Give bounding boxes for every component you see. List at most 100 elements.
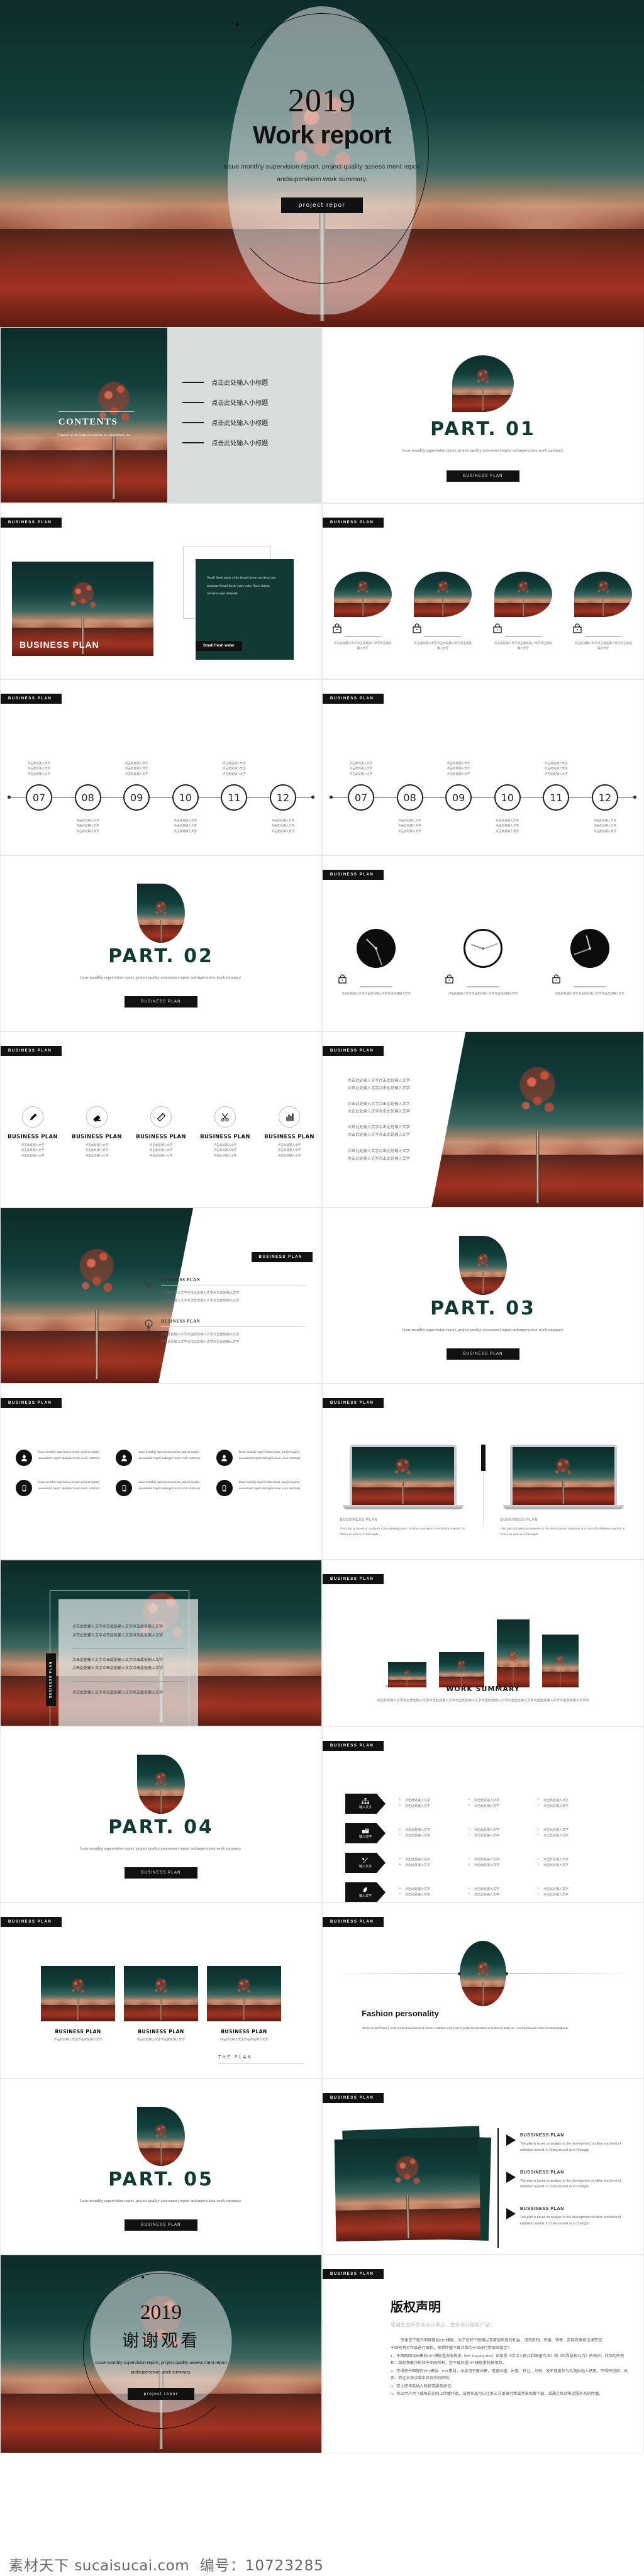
clock-caption: 点击此处输入文字点击此处输入文字点击此处输入文字 (341, 991, 411, 995)
arrow-row[interactable]: 输入文字 点击此处输入文字点击此处输入文字 点击此处输入文字点击此处输入文字 点… (345, 1882, 628, 1902)
six-card[interactable]: Issue monthly supervision report, projec… (216, 1480, 306, 1496)
diagonal-text-line: 点击此处输入文字点击此处输入文字 点击此处输入文字点击此处输入文字 (348, 1102, 410, 1114)
arrow-row[interactable]: 输入文字 点击此处输入文字点击此处输入文字 点击此处输入文字点击此处输入文字 点… (345, 1794, 628, 1814)
tool-card[interactable]: BUSINESS PLAN 点击此处输入文字 点击此处输入文字 点击此处输入文字 (260, 1106, 319, 1158)
clock-card[interactable]: 点击此处输入文字点击此处输入文字点击此处输入文字 (338, 929, 414, 996)
leaf-card[interactable]: 点击此处输入文字点击此处输入文字点击此处输入文字 (573, 572, 633, 651)
business-plan-button[interactable]: Small fresh water (196, 641, 242, 651)
watermark-brand: 素材天下 (9, 2558, 69, 2574)
slide-overlay-panel[interactable]: 点击此处输入文字点击此处输入文字点击此处输入文字 点击此处输入文字点击此处输入文… (0, 1560, 322, 1726)
photo-card[interactable]: BUSINESS PLAN 点击此处输入文字点击此处输入文字 (124, 1966, 198, 2043)
timeline-node[interactable]: 09 点击此处输入文字 点击此处输入文字 点击此处输入文字 (123, 762, 150, 811)
phone-icon (216, 1480, 233, 1496)
leaf-card[interactable]: 点击此处输入文字点击此处输入文字点击此处输入文字 (413, 572, 473, 651)
timeline-node[interactable]: 08 点击此处输入文字 点击此处输入文字 点击此处输入文字 (396, 784, 423, 833)
tool-text: 点击此处输入文字 点击此处输入文字 点击此处输入文字 (213, 1143, 237, 1157)
arrow-bullet: 点击此处输入文字 (538, 1803, 593, 1810)
timeline-node[interactable]: 07 点击此处输入文字 点击此处输入文字 点击此处输入文字 (26, 762, 52, 811)
six-card[interactable]: Issue monthly supervision report, projec… (16, 1450, 106, 1466)
timeline-caption: 点击此处输入文字 点击此处输入文字 点击此处输入文字 (496, 819, 519, 833)
leaf-card[interactable]: 点击此处输入文字点击此处输入文字点击此处输入文字 (333, 572, 393, 651)
leaf-card-text: 点击此处输入文字点击此处输入文字点击此处输入文字 (414, 641, 472, 650)
slide-arrow-rows[interactable]: BUSINESS PLAN 输入文字 点击此处输入文字点击此处输入文字 点击此处… (322, 1726, 644, 1902)
slide-part-05[interactable]: PART. 05 Issue monthly supervision repor… (0, 2079, 322, 2255)
slide-six-cards[interactable]: BUSINESS PLAN Issue monthly supervision … (0, 1384, 322, 1560)
laptop-card[interactable]: BUSSINESS PLAN This plan is based on ana… (340, 1445, 466, 1538)
laptop-card[interactable]: BUSSINESS PLAN This plan is based on ana… (501, 1445, 626, 1538)
slide-diagonal-right[interactable]: BUSINESS PLAN 点击此处输入文字点击此处输入文字 点击此处输入文字点… (322, 1031, 644, 1208)
slide-cover[interactable]: 2019 Work report Issue monthly supervisi… (0, 0, 644, 327)
timeline-node[interactable]: 10 点击此处输入文字 点击此处输入文字 点击此处输入文字 (494, 784, 521, 833)
slide-copyright[interactable]: BUSINESS PLAN 版权声明 感谢您支持原创设计事业，支持设计版权产品！… (322, 2255, 644, 2453)
timeline-node[interactable]: 07 点击此处输入文字 点击此处输入文字 点击此处输入文字 (348, 762, 374, 811)
section-tag: BUSINESS PLAN (323, 518, 384, 528)
slide-contents[interactable]: 点击此处输入小标题 点击此处输入小标题 点击此处输入小标题 点击此处输入小标题 … (0, 327, 322, 503)
thanks-button[interactable]: project repor (127, 2387, 195, 2400)
timeline-node[interactable]: 12 点击此处输入文字 点击此处输入文字 点击此处输入文字 (591, 784, 618, 833)
part-button[interactable]: BUSINESS PLAN (125, 2219, 197, 2231)
slide-leaf-cards[interactable]: BUSINESS PLAN 点击此处输入文字点击此处输入文字点击此处输入文字 点… (322, 503, 644, 679)
slide-part-04[interactable]: PART. 04 Issue monthly supervision repor… (0, 1726, 322, 1902)
tool-card[interactable]: BUSINESS PLAN 点击此处输入文字 点击此处输入文字 点击此处输入文字 (131, 1106, 191, 1158)
six-card[interactable]: Issue monthly supervision report, projec… (216, 1450, 306, 1466)
tool-card[interactable]: BUSINESS PLAN 点击此处输入文字 点击此处输入文字 点击此处输入文字 (67, 1106, 126, 1158)
part-button[interactable]: BUSINESS PLAN (125, 1867, 197, 1879)
timeline-node[interactable]: 11 点击此处输入文字 点击此处输入文字 点击此处输入文字 (221, 762, 248, 811)
overlay-side-button[interactable]: BUSINESS PLAN (46, 1653, 56, 1706)
photo-card[interactable]: BUSINESS PLAN 点击此处输入文字点击此处输入文字 (207, 1966, 281, 2043)
slide-part-03[interactable]: PART. 03 Issue monthly supervision repor… (322, 1208, 644, 1384)
contents-item-label: 点击此处输入小标题 (211, 440, 269, 447)
slide-timeline-b[interactable]: BUSINESS PLAN 07 点击此处输入文字 点击此处输入文字 点击此处输入… (322, 679, 644, 855)
part-button[interactable]: BUSINESS PLAN (447, 1348, 519, 1360)
slide-three-cards[interactable]: BUSINESS PLAN BUSINESS PLAN 点击此处输入文字点击此处… (0, 1902, 322, 2079)
timeline-node[interactable]: 08 点击此处输入文字 点击此处输入文字 点击此处输入文字 (74, 784, 101, 833)
photo-card[interactable]: BUSINESS PLAN 点击此处输入文字点击此处输入文字 (41, 1966, 115, 2043)
clock-card[interactable]: 点击此处输入文字点击此处输入文字点击此处输入文字 (552, 929, 628, 996)
timeline-node[interactable]: 11 点击此处输入文字 点击此处输入文字 点击此处输入文字 (543, 762, 570, 811)
contents-item[interactable]: 点击此处输入小标题 (182, 418, 321, 427)
slide-tools[interactable]: BUSINESS PLAN BUSINESS PLAN 点击此处输入文字 点击此… (0, 1031, 322, 1208)
contents-item[interactable]: 点击此处输入小标题 (182, 397, 321, 407)
contents-item[interactable]: 点击此处输入小标题 (182, 438, 321, 447)
contents-item[interactable]: 点击此处输入小标题 (182, 377, 321, 387)
tool-card[interactable]: BUSINESS PLAN 点击此处输入文字 点击此处输入文字 点击此处输入文字 (3, 1106, 62, 1158)
timeline-node[interactable]: 09 点击此处输入文字 点击此处输入文字 点击此处输入文字 (445, 762, 472, 811)
arrow-row[interactable]: 输入文字 点击此处输入文字点击此处输入文字 点击此处输入文字点击此处输入文字 点… (345, 1823, 628, 1843)
part-button[interactable]: BUSINESS PLAN (447, 470, 519, 482)
slide-devices[interactable]: BUSINESS PLAN WORK SUMMARY 点击此处输入文字点击此处输… (322, 1560, 644, 1726)
bulb-list-item[interactable]: BUSINESS PLAN 点击此处输入文字点击此处输入文字点击此处输入文字 点… (144, 1277, 306, 1305)
six-card[interactable]: Issue monthly supervision report, projec… (116, 1450, 206, 1466)
stacked-list-item[interactable]: BUSSINESS PLAN This plan is based on ana… (506, 2170, 635, 2191)
slide-stacked-photos[interactable]: BUSINESS PLAN BUSSINESS PLAN This plan i… (322, 2079, 644, 2255)
diagonal-text-line: 点击此处输入文字点击此处输入文字 点击此处输入文字点击此处输入文字 (348, 1148, 410, 1161)
photo-card-text: 点击此处输入文字点击此处输入文字 (53, 2038, 103, 2041)
slide-thank-you[interactable]: 2019 谢谢观看 Issue monthly supervision repo… (0, 2255, 322, 2453)
cover-button[interactable]: project repor (280, 197, 364, 214)
six-card[interactable]: Issue monthly supervision report, projec… (16, 1480, 106, 1496)
slide-fashion-personality[interactable]: BUSINESS PLAN Fashion personality Abilit… (322, 1902, 644, 2079)
part-button[interactable]: BUSINESS PLAN (125, 996, 197, 1008)
slide-laptops[interactable]: BUSINESS PLAN BUSSINESS PLAN This plan i… (322, 1384, 644, 1560)
stacked-list-item[interactable]: BUSSINESS PLAN This plan is based on ana… (506, 2207, 635, 2228)
slide-business-plan-card[interactable]: BUSINESS PLAN BUSINESS PLAN Small fresh … (0, 503, 322, 679)
clock-card[interactable]: 点击此处输入文字点击此处输入文字点击此处输入文字 (445, 929, 521, 996)
fashion-body: Ability to proficiently write profession… (362, 2027, 569, 2030)
timeline-node[interactable]: 12 点击此处输入文字 点击此处输入文字 点击此处输入文字 (269, 784, 296, 833)
bulb-list-item[interactable]: BUSINESS PLAN 点击此处输入文字点击此处输入文字点击此处输入文字 点… (144, 1319, 306, 1346)
tool-card[interactable]: BUSINESS PLAN 点击此处输入文字 点击此处输入文字 点击此处输入文字 (196, 1106, 255, 1158)
diagonal-text-line: 点击此处输入文字点击此处输入文字 点击此处输入文字点击此处输入文字 (348, 1079, 410, 1091)
arrow-bullet: 点击此处输入文字 (469, 1833, 524, 1840)
arrow-row[interactable]: 输入文字 点击此处输入文字点击此处输入文字 点击此处输入文字点击此处输入文字 点… (345, 1853, 628, 1873)
bulb-title: BUSINESS PLAN (161, 1277, 201, 1282)
slide-clocks[interactable]: BUSINESS PLAN 点击此处输入文字点击此处输入文字点击此处输入文字 点… (322, 855, 644, 1031)
slide-part-01[interactable]: PART. 01 Issue monthly supervision repor… (322, 327, 644, 503)
slide-part-02[interactable]: PART. 02 Issue monthly supervision repor… (0, 855, 322, 1031)
arrow-bullet: 点击此处输入文字 (399, 1862, 455, 1869)
contents-item-label: 点击此处输入小标题 (211, 400, 269, 407)
leaf-card[interactable]: 点击此处输入文字点击此处输入文字点击此处输入文字 (493, 572, 553, 651)
stacked-list-item[interactable]: BUSSINESS PLAN This plan is based on ana… (506, 2133, 635, 2154)
timeline-node[interactable]: 10 点击此处输入文字 点击此处输入文字 点击此处输入文字 (172, 784, 199, 833)
slide-timeline-a[interactable]: BUSINESS PLAN 07 点击此处输入文字 点击此处输入文字 点击此处输入… (0, 679, 322, 855)
six-card[interactable]: Issue monthly supervision report, projec… (116, 1480, 206, 1496)
slide-bulb-list[interactable]: BUSINESS PLAN BUSINESS PLAN 点击此处输入文字点击此处… (0, 1208, 322, 1384)
